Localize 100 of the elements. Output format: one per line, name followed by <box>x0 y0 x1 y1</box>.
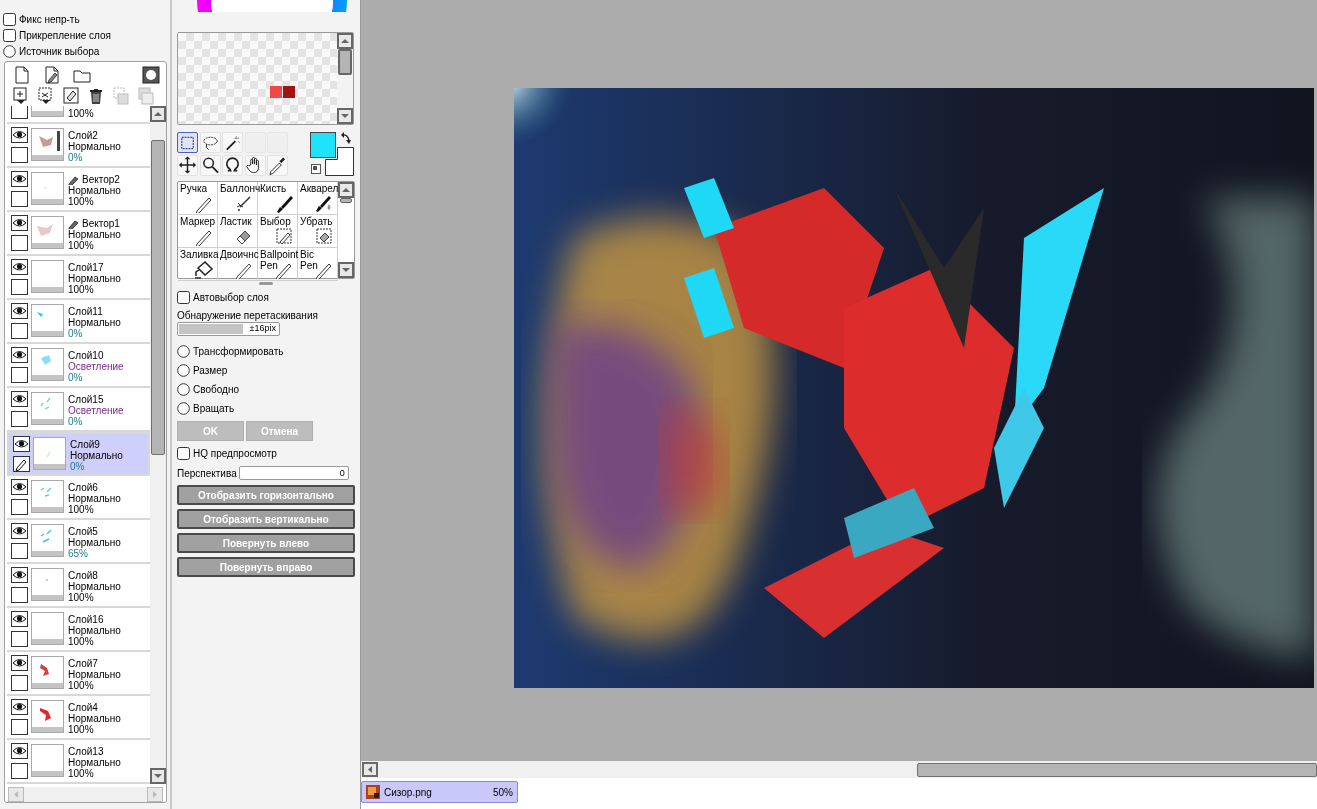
radio-button[interactable] <box>3 44 16 58</box>
radio-button[interactable] <box>177 401 190 415</box>
scroll-down-button[interactable] <box>338 262 354 278</box>
scrollbar-thumb[interactable] <box>340 198 352 203</box>
merge-down-icon[interactable] <box>38 87 54 105</box>
eye-icon[interactable] <box>11 302 28 319</box>
checkbox[interactable] <box>11 278 28 295</box>
checkbox[interactable] <box>11 366 28 383</box>
brush-tool[interactable]: Убрать <box>298 215 338 248</box>
resize-handle[interactable] <box>259 282 273 285</box>
eye-icon[interactable] <box>11 390 28 407</box>
layer-thumbnail <box>31 568 64 602</box>
brush-tool[interactable]: Bic Pen <box>298 248 338 281</box>
checkbox[interactable] <box>11 542 28 559</box>
eye-icon[interactable] <box>11 478 28 495</box>
radio-button[interactable] <box>177 363 190 377</box>
checkbox[interactable] <box>177 290 190 304</box>
checkbox[interactable] <box>11 410 28 427</box>
eye-icon[interactable] <box>11 566 28 583</box>
scroll-up-button[interactable] <box>338 182 354 198</box>
color-swatch[interactable] <box>283 86 295 98</box>
checkbox[interactable] <box>11 630 28 647</box>
new-vector-layer-icon[interactable] <box>43 66 61 84</box>
eye-icon[interactable] <box>11 698 28 715</box>
scroll-up-button[interactable] <box>337 33 353 49</box>
copy-layer-icon[interactable] <box>13 87 29 105</box>
color-swatch[interactable] <box>270 86 282 98</box>
layer-opacity: 0% <box>68 371 84 383</box>
eye-icon[interactable] <box>11 346 28 363</box>
layer-row[interactable]: Слой9 Нормально 0% <box>7 431 150 476</box>
layer-thumbnail <box>33 437 66 471</box>
pen-icon[interactable] <box>13 455 30 472</box>
scrollbar-thumb[interactable] <box>917 762 1317 777</box>
checkbox[interactable] <box>3 28 16 42</box>
background-color-box[interactable] <box>325 147 354 176</box>
option-label: Прикрепление слоя <box>19 28 112 43</box>
color-wheel[interactable] <box>197 0 347 12</box>
brush-tool[interactable]: Кисть <box>258 182 298 215</box>
layer-name: Слой6 <box>68 481 98 493</box>
scroll-up-button[interactable] <box>150 105 166 122</box>
brush-tool[interactable]: Ручка <box>178 182 218 215</box>
eye-icon[interactable] <box>13 435 30 452</box>
layer-name: Слой8 <box>68 569 98 581</box>
layer-opacity: 0% <box>70 460 85 472</box>
document-tab[interactable]: Сизор.png 50% <box>361 781 518 803</box>
eye-icon[interactable] <box>11 654 28 671</box>
brush-tool[interactable]: Выбор <box>258 215 298 248</box>
scrollbar-thumb[interactable] <box>151 139 165 455</box>
layer-thumbnail <box>31 128 64 162</box>
swap-colors-icon[interactable] <box>341 132 351 144</box>
eye-icon[interactable] <box>11 258 28 275</box>
scroll-down-button[interactable] <box>337 108 353 124</box>
brush-tool[interactable]: Заливка <box>178 248 218 281</box>
checkbox[interactable] <box>11 190 28 207</box>
scroll-down-button[interactable] <box>150 768 166 784</box>
layer-name: Слой5 <box>68 525 98 537</box>
new-layer-icon[interactable] <box>13 66 31 84</box>
eye-icon[interactable] <box>11 522 28 539</box>
drag-detect-slider[interactable]: ±16pix <box>177 322 280 336</box>
checkbox[interactable] <box>11 234 28 251</box>
eye-icon[interactable] <box>11 214 28 231</box>
checkbox[interactable] <box>11 586 28 603</box>
scrollbar-thumb[interactable] <box>338 49 352 75</box>
layer-opacity: 0% <box>68 151 83 163</box>
eye-icon[interactable] <box>11 742 28 759</box>
layer-opacity: 65% <box>68 547 88 559</box>
eraser-icon[interactable] <box>63 87 79 105</box>
checkbox[interactable] <box>11 718 28 735</box>
layer-row[interactable]: 100% <box>7 105 150 124</box>
layer-name: Вектор2 <box>82 173 120 185</box>
perspective-field[interactable]: 0 <box>238 466 349 480</box>
brush-tool[interactable]: Двоичнс <box>218 248 258 281</box>
checkbox[interactable] <box>11 498 28 515</box>
brush-tool[interactable]: Маркер <box>178 215 218 248</box>
eye-icon[interactable] <box>11 610 28 627</box>
scroll-left-button[interactable] <box>362 762 378 777</box>
layer-name: Слой7 <box>68 657 98 669</box>
checkbox[interactable] <box>177 446 190 460</box>
blend-mode: Нормально <box>68 668 121 680</box>
brush-tool[interactable]: Ластик <box>218 215 258 248</box>
brush-tool[interactable]: Ballpoint Pen <box>258 248 298 281</box>
checkbox[interactable] <box>11 146 28 163</box>
layer-name: Слой2 <box>68 129 98 141</box>
radio-button[interactable] <box>177 344 190 358</box>
radio-button[interactable] <box>177 382 190 396</box>
checkbox[interactable] <box>11 105 28 119</box>
option-label: HQ предпросмотр <box>193 446 277 461</box>
checkbox[interactable] <box>3 12 16 26</box>
blend-mode: Нормально <box>68 272 121 284</box>
eye-icon[interactable] <box>11 126 28 143</box>
eye-icon[interactable] <box>11 170 28 187</box>
checkbox[interactable] <box>11 762 28 779</box>
layer-mask-icon[interactable] <box>142 66 160 84</box>
layer-name: Слой10 <box>68 349 104 361</box>
checkbox[interactable] <box>11 674 28 691</box>
search-icon <box>200 155 220 175</box>
reset-colors-icon[interactable] <box>311 164 321 174</box>
trash-icon[interactable] <box>88 87 104 105</box>
checkbox[interactable] <box>11 322 28 339</box>
foreground-color-box[interactable] <box>310 132 336 158</box>
